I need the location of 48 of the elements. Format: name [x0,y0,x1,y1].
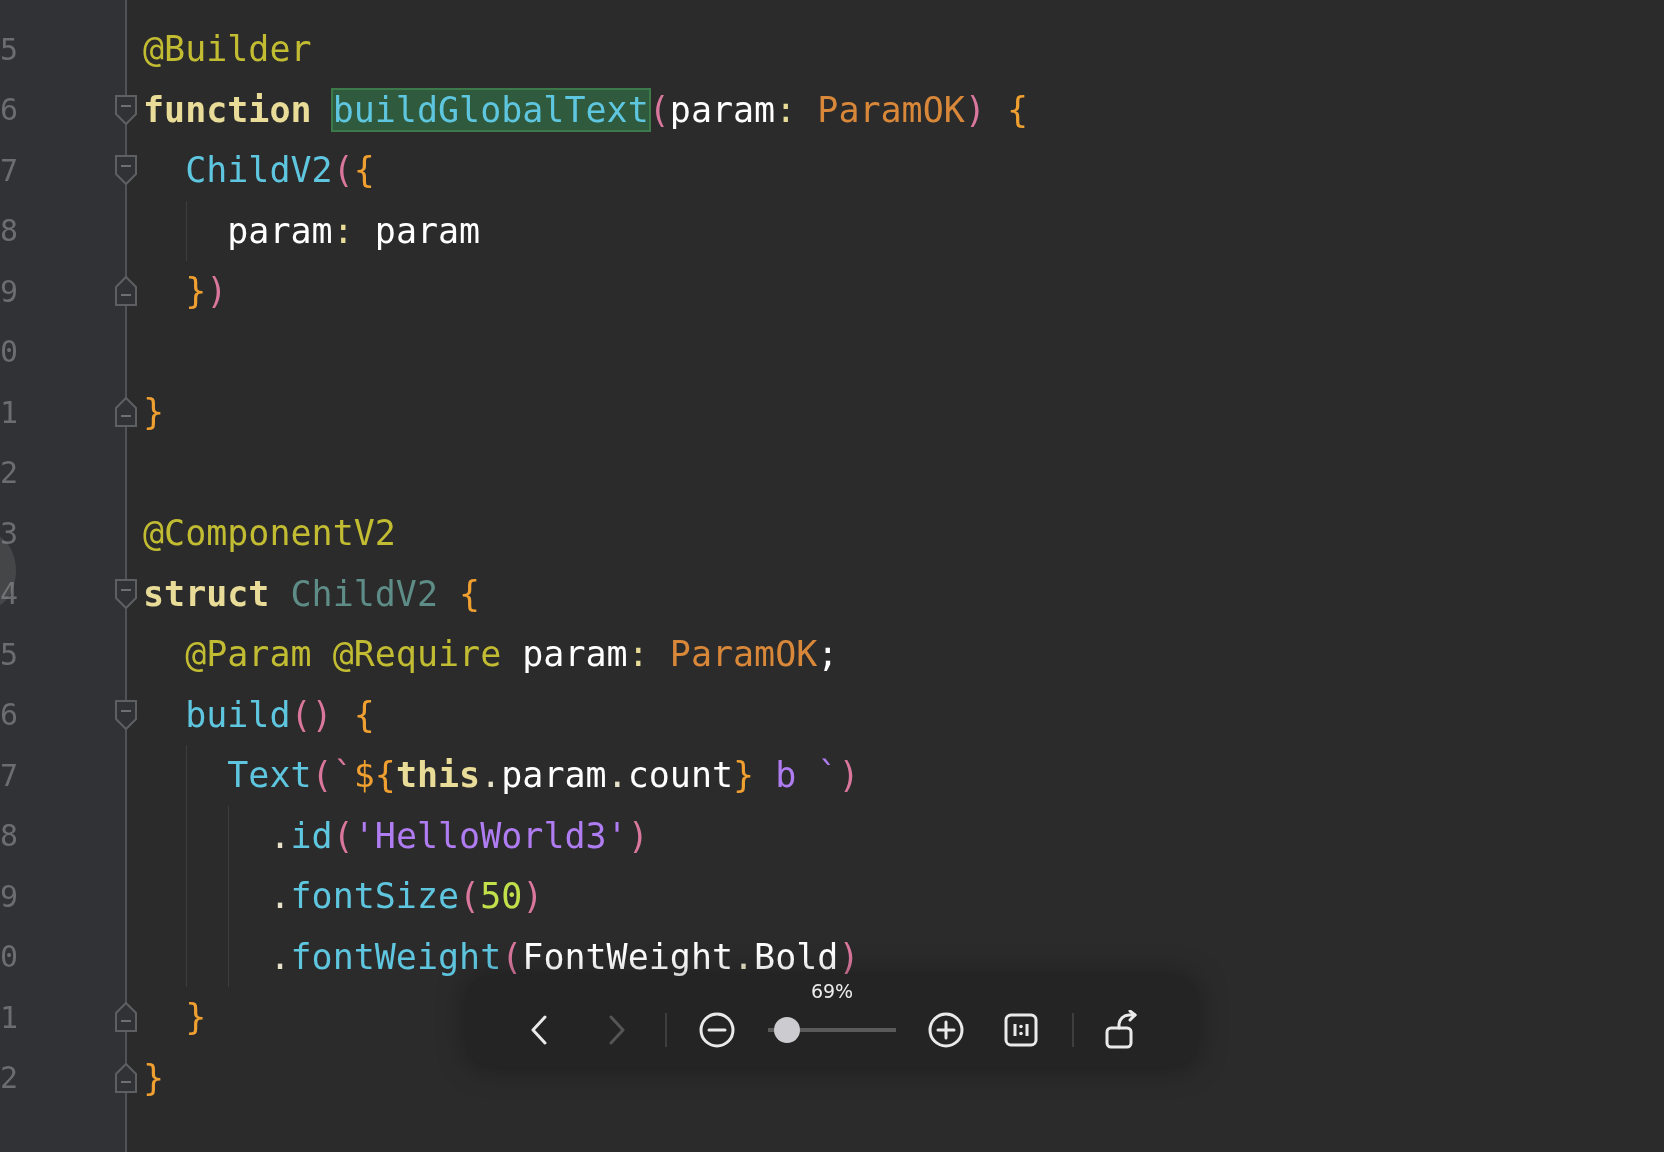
fold-icon[interactable] [114,1061,138,1094]
line-number: 7 [0,152,20,188]
fold-icon[interactable] [114,154,138,186]
fold-icon[interactable] [114,1001,138,1033]
line-number: 9 [0,273,20,309]
fold-icon[interactable] [114,396,138,428]
back-button[interactable] [529,1013,549,1046]
zoom-out-button[interactable] [699,1011,735,1048]
line-number: 6 [0,697,20,733]
code-line: } [143,1056,165,1099]
line-number: 2 [0,1060,20,1096]
line-number: 5 [0,636,20,672]
line-number: 7 [0,757,20,793]
fold-icon[interactable] [114,698,138,731]
code-line: function buildGlobalText(param: ParamOK) { [143,88,1029,131]
line-number: 8 [0,818,20,854]
zoom-in-button[interactable] [928,1011,964,1048]
line-number: 3 [0,515,20,551]
line-number: 1 [0,394,20,430]
line-number: 9 [0,878,20,914]
code-line: } [184,996,207,1039]
line-number: 1 [0,999,20,1035]
code-line: .id('HelloWorld3') [268,814,649,857]
fold-icon[interactable] [114,93,138,126]
line-number: 4 [0,576,20,612]
code-line: @ComponentV2 [143,512,396,555]
line-number: 2 [0,455,20,491]
code-line: Text(`${this.param.count} b `) [226,754,860,797]
line-number: 6 [0,92,20,128]
line-number: 8 [0,213,20,249]
line-number: 5 [0,31,20,67]
slider-thumb[interactable] [774,1016,801,1043]
line-number: 0 [0,939,20,975]
code-line: }) [184,270,228,313]
code-line: @Builder [143,28,312,71]
actual-size-button[interactable] [1004,1012,1038,1047]
code-line: } [143,391,165,434]
code-line: .fontSize(50) [268,875,544,918]
code-line: param: param [226,209,481,252]
code-line: struct ChildV2 { [143,572,481,615]
fold-icon[interactable] [114,275,138,307]
code-line: .fontWeight(FontWeight.Bold) [268,935,860,978]
fold-icon[interactable] [114,577,138,610]
zoom-percentage: 69% [810,979,854,1002]
code-line: build() { [184,693,375,736]
code-line: @Param @Require param: ParamOK; [184,633,839,676]
line-number: 0 [0,334,20,370]
code-line: ChildV2({ [184,149,375,192]
